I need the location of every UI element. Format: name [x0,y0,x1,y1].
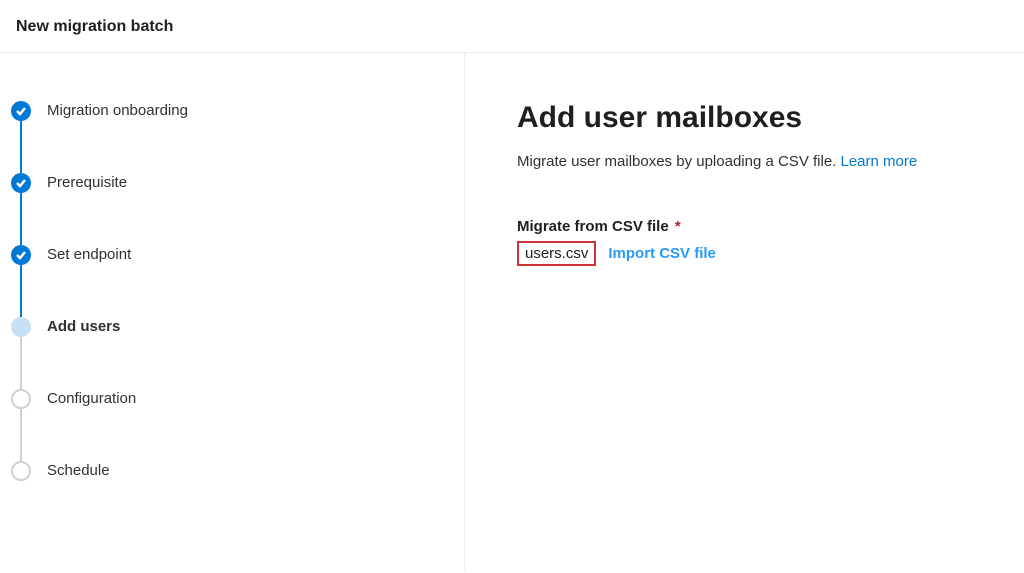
selected-file-name: users.csv [517,241,596,266]
checkmark-icon [11,101,31,121]
file-row: users.csv Import CSV file [517,241,1004,266]
step-configuration[interactable]: Configuration [11,389,454,461]
step-connector [20,409,22,461]
step-label: Configuration [47,389,136,409]
step-connector [20,121,22,173]
step-label: Add users [47,317,120,337]
description-text: Migrate user mailboxes by uploading a CS… [517,153,841,170]
pending-step-icon [11,461,31,481]
step-migration-onboarding[interactable]: Migration onboarding [11,101,454,173]
main-panel: Add user mailboxes Migrate user mailboxe… [465,53,1024,570]
step-add-users[interactable]: Add users [11,317,454,389]
steps-list: Migration onboarding Prerequisite Set en… [11,101,454,533]
step-label: Migration onboarding [47,101,188,121]
step-prerequisite[interactable]: Prerequisite [11,173,454,245]
main-description: Migrate user mailboxes by uploading a CS… [517,153,1004,170]
step-connector [20,265,22,317]
wizard-steps-sidebar: Migration onboarding Prerequisite Set en… [0,53,465,570]
step-set-endpoint[interactable]: Set endpoint [11,245,454,317]
step-connector [20,337,22,389]
field-label-text: Migrate from CSV file [517,218,669,235]
checkmark-icon [11,173,31,193]
checkmark-icon [11,245,31,265]
learn-more-link[interactable]: Learn more [841,153,918,170]
step-schedule[interactable]: Schedule [11,461,454,533]
step-label: Set endpoint [47,245,131,265]
step-label: Prerequisite [47,173,127,193]
current-step-icon [11,317,31,337]
main-heading: Add user mailboxes [517,101,1004,135]
step-connector [20,193,22,245]
pending-step-icon [11,389,31,409]
required-indicator: * [675,218,681,235]
step-label: Schedule [47,461,110,481]
page-title: New migration batch [16,18,1008,36]
csv-field-label: Migrate from CSV file * [517,218,1004,235]
header: New migration batch [0,0,1024,53]
content-wrap: Migration onboarding Prerequisite Set en… [0,53,1024,570]
import-csv-button[interactable]: Import CSV file [608,245,716,262]
